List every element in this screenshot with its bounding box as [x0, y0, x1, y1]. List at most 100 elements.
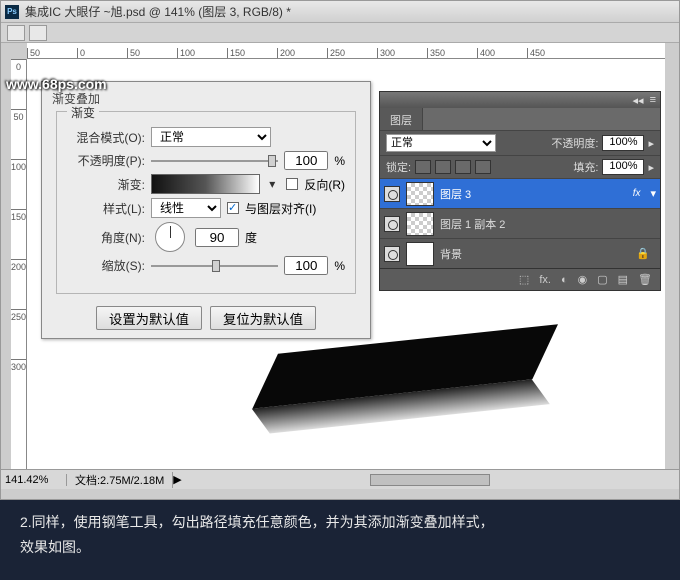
layer-name: 背景 — [440, 246, 462, 262]
caption-line: 2.同样，使用钢笔工具，勾出路径填充任意颜色，并为其添加渐变叠加样式， — [20, 510, 660, 535]
ruler-tick: 50 — [11, 109, 26, 159]
layer-row[interactable]: 图层 1 副本 2 — [380, 208, 660, 238]
lock-icon: 🔒 — [636, 247, 656, 260]
status-bar: 141.42% 文档:2.75M/2.18M ▶ — [1, 469, 679, 489]
ruler-vertical: 0 50 100 150 200 250 300 — [11, 59, 27, 469]
layers-list: 图层 3 fx ▾ 图层 1 副本 2 背景 🔒 — [380, 178, 660, 268]
caption: 2.同样，使用钢笔工具，勾出路径填充任意颜色，并为其添加渐变叠加样式， 效果如图… — [20, 510, 660, 560]
layer-thumbnail[interactable] — [406, 242, 434, 266]
ruler-tick: 300 — [11, 359, 26, 409]
blend-mode-select[interactable]: 正常 — [151, 127, 271, 147]
ruler-horizontal: 50 0 50 100 150 200 250 300 350 400 450 — [27, 43, 665, 59]
options-bar — [1, 23, 679, 43]
opacity-label: 不透明度(P): — [67, 152, 145, 169]
ruler-tick: 200 — [277, 48, 327, 58]
tab-layers[interactable]: 图层 — [380, 108, 423, 130]
reset-default-button[interactable]: 复位为默认值 — [210, 306, 316, 330]
gradient-label: 渐变: — [67, 176, 145, 193]
ruler-tick: 300 — [377, 48, 427, 58]
layer-thumbnail[interactable] — [406, 182, 434, 206]
layers-panel: ◂◂ ≡ 图层 正常 不透明度: 100% ▸ 锁定: 填充: 100% ▸ — [379, 91, 661, 291]
visibility-icon[interactable] — [384, 186, 400, 202]
gradient-fieldset: 渐变 混合模式(O): 正常 不透明度(P): % 渐变: 反向(R) 样式(L… — [56, 111, 356, 294]
opacity-input[interactable] — [284, 151, 328, 170]
style-label: 样式(L): — [67, 200, 145, 217]
ruler-tick: 250 — [327, 48, 377, 58]
toolbar-button[interactable] — [29, 25, 47, 41]
fx-badge[interactable]: fx — [633, 188, 645, 199]
trash-icon[interactable]: 🗑 — [638, 273, 652, 286]
ruler-tick: 50 — [27, 48, 77, 58]
layer-opacity-input[interactable]: 100% — [602, 135, 644, 151]
ruler-tick: 150 — [11, 209, 26, 259]
mask-icon[interactable]: ◐ — [561, 274, 568, 286]
scale-slider[interactable] — [151, 258, 278, 274]
artwork-shape — [236, 324, 558, 443]
percent-label: % — [334, 154, 345, 168]
scale-label: 缩放(S): — [67, 257, 145, 274]
ruler-tick: 400 — [477, 48, 527, 58]
zoom-level[interactable]: 141.42% — [1, 474, 67, 486]
angle-dial[interactable] — [155, 222, 185, 252]
layer-row[interactable]: 背景 🔒 — [380, 238, 660, 268]
titlebar: Ps 集成IC 大眼仔 ~旭.psd @ 141% (图层 3, RGB/8) … — [1, 1, 679, 23]
visibility-icon[interactable] — [384, 216, 400, 232]
panel-tabs: 图层 — [380, 108, 660, 130]
angle-label: 角度(N): — [67, 229, 145, 246]
doc-info[interactable]: 文档:2.75M/2.18M — [67, 472, 173, 488]
fieldset-legend: 渐变 — [67, 104, 99, 121]
chevron-right-icon[interactable]: ▶ — [173, 473, 181, 486]
angle-input[interactable] — [195, 228, 239, 247]
fill-label: 填充: — [573, 159, 598, 175]
gradient-preview[interactable] — [151, 174, 260, 194]
ps-icon: Ps — [5, 5, 19, 19]
photoshop-window: Ps 集成IC 大眼仔 ~旭.psd @ 141% (图层 3, RGB/8) … — [0, 0, 680, 500]
set-default-button[interactable]: 设置为默认值 — [96, 306, 202, 330]
link-layers-icon[interactable]: ⬚ — [519, 273, 529, 286]
group-icon[interactable]: ▢ — [597, 273, 607, 286]
blend-mode-label: 混合模式(O): — [67, 129, 145, 146]
collapse-icon[interactable]: ◂◂ — [633, 94, 644, 107]
reverse-checkbox[interactable] — [286, 178, 298, 190]
ruler-tick: 50 — [127, 48, 177, 58]
h-scrollbar[interactable] — [182, 474, 679, 486]
lock-transparency-icon[interactable] — [415, 160, 431, 174]
lock-all-icon[interactable] — [475, 160, 491, 174]
adjustment-icon[interactable]: ◉ — [578, 273, 588, 286]
window-title: 集成IC 大眼仔 ~旭.psd @ 141% (图层 3, RGB/8) * — [25, 3, 291, 20]
style-select[interactable]: 线性 — [151, 198, 221, 218]
toolbar-button[interactable] — [7, 25, 25, 41]
ruler-tick: 0 — [77, 48, 127, 58]
panel-titlebar: ◂◂ ≡ — [380, 92, 660, 108]
caption-line: 效果如图。 — [20, 535, 660, 560]
ruler-tick: 100 — [11, 159, 26, 209]
ruler-tick: 150 — [227, 48, 277, 58]
lock-fill-row: 锁定: 填充: 100% ▸ — [380, 155, 660, 178]
layer-thumbnail[interactable] — [406, 212, 434, 236]
lock-position-icon[interactable] — [455, 160, 471, 174]
layer-opacity-label: 不透明度: — [551, 135, 598, 151]
blend-opacity-row: 正常 不透明度: 100% ▸ — [380, 130, 660, 155]
layer-row[interactable]: 图层 3 fx ▾ — [380, 178, 660, 208]
layer-blend-select[interactable]: 正常 — [386, 134, 496, 152]
chevron-down-icon[interactable]: ▾ — [650, 187, 656, 200]
lock-label: 锁定: — [386, 159, 411, 175]
layer-style-dialog: 渐变叠加 渐变 混合模式(O): 正常 不透明度(P): % 渐变: 反向(R) — [41, 81, 371, 339]
visibility-icon[interactable] — [384, 246, 400, 262]
layer-name: 图层 3 — [440, 186, 471, 202]
percent-label: % — [334, 259, 345, 273]
opacity-slider[interactable] — [151, 153, 278, 169]
scale-input[interactable] — [284, 256, 328, 275]
ruler-tick: 450 — [527, 48, 577, 58]
dropdown-icon[interactable]: ▸ — [648, 161, 654, 174]
fill-input[interactable]: 100% — [602, 159, 644, 175]
new-layer-icon[interactable]: ▤ — [618, 273, 628, 286]
panel-footer: ⬚ fx. ◐ ◉ ▢ ▤ 🗑 — [380, 268, 660, 290]
align-checkbox[interactable] — [227, 202, 239, 214]
fx-icon[interactable]: fx. — [539, 274, 551, 286]
dropdown-icon[interactable]: ▸ — [648, 137, 654, 150]
ruler-tick: 100 — [177, 48, 227, 58]
ruler-tick: 350 — [427, 48, 477, 58]
lock-pixels-icon[interactable] — [435, 160, 451, 174]
panel-menu-icon[interactable]: ≡ — [650, 94, 656, 106]
